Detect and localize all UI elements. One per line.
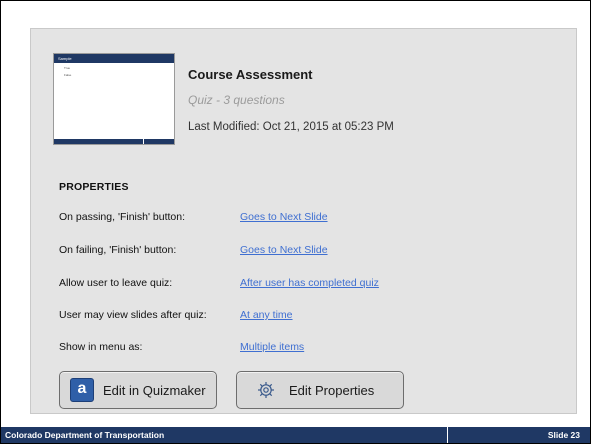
- property-link-failing[interactable]: Goes to Next Slide: [240, 244, 328, 256]
- edit-in-quizmaker-button[interactable]: a Edit in Quizmaker: [59, 371, 217, 409]
- thumbnail-footer: [54, 139, 174, 144]
- property-link-show-in-menu[interactable]: Multiple items: [240, 341, 304, 353]
- thumbnail-option: True: [64, 66, 71, 70]
- property-label-view-slides: User may view slides after quiz:: [59, 309, 207, 321]
- quiz-title: Course Assessment: [188, 67, 313, 82]
- edit-properties-label: Edit Properties: [289, 382, 375, 398]
- thumbnail-heading: Sample: [54, 54, 174, 63]
- property-link-passing[interactable]: Goes to Next Slide: [240, 211, 328, 223]
- slide-footer: Colorado Department of Transportation Sl…: [1, 427, 590, 443]
- properties-heading: PROPERTIES: [59, 181, 129, 193]
- property-link-leave-quiz[interactable]: After user has completed quiz: [240, 277, 379, 289]
- property-label-passing: On passing, 'Finish' button:: [59, 211, 185, 223]
- slide-number: Slide 23: [547, 430, 580, 440]
- footer-organization: Colorado Department of Transportation: [5, 430, 165, 440]
- thumbnail-option: False: [64, 73, 72, 77]
- property-label-show-in-menu: Show in menu as:: [59, 341, 143, 353]
- quiz-thumbnail: Sample True False: [53, 53, 175, 145]
- quiz-subtitle: Quiz - 3 questions: [188, 93, 285, 107]
- edit-in-quizmaker-label: Edit in Quizmaker: [103, 382, 206, 398]
- quizmaker-icon: a: [70, 378, 94, 402]
- edit-properties-button[interactable]: Edit Properties: [236, 371, 404, 409]
- property-label-failing: On failing, 'Finish' button:: [59, 244, 177, 256]
- gear-icon: [257, 381, 275, 399]
- footer-divider: [447, 427, 448, 443]
- last-modified: Last Modified: Oct 21, 2015 at 05:23 PM: [188, 121, 394, 133]
- thumbnail-footer-divider: [143, 139, 144, 144]
- property-label-leave-quiz: Allow user to leave quiz:: [59, 277, 173, 289]
- slide: Sample True False Course Assessment Quiz…: [0, 0, 591, 444]
- property-link-view-slides[interactable]: At any time: [240, 309, 293, 321]
- quiz-info-panel: Sample True False Course Assessment Quiz…: [30, 28, 577, 414]
